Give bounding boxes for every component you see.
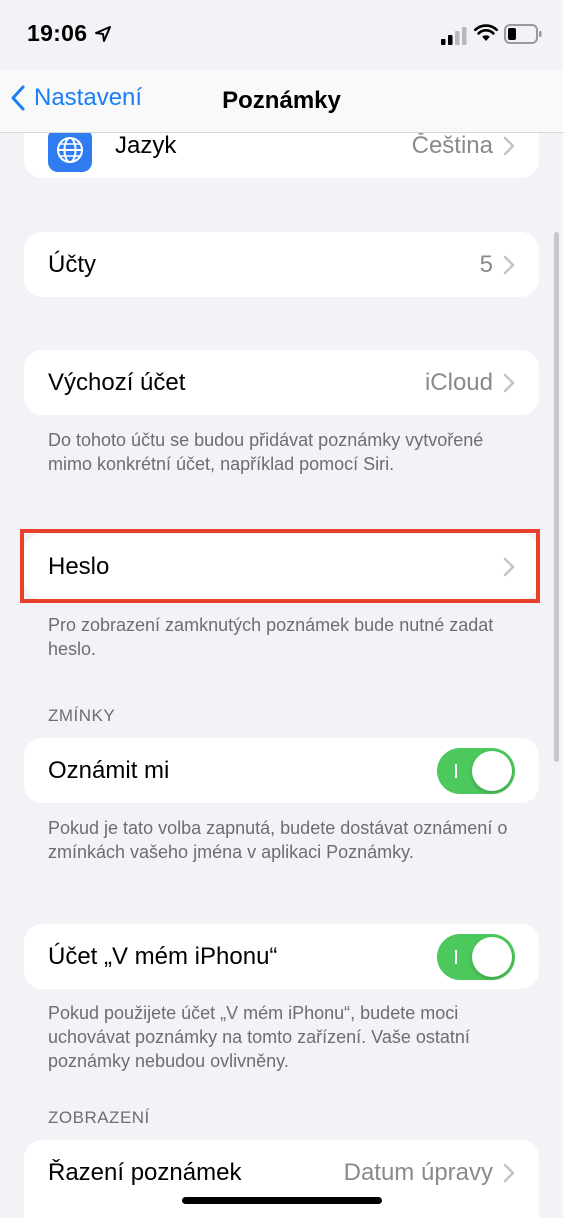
display-header: ZOBRAZENÍ xyxy=(48,1108,150,1127)
status-bar: 19:06 xyxy=(0,0,563,70)
sort-label: Řazení poznámek xyxy=(48,1158,242,1186)
default-account-group: Výchozí účet iCloud xyxy=(24,350,539,415)
toggle-knob xyxy=(472,936,512,977)
toggle-on-indicator xyxy=(455,949,457,964)
chevron-right-icon xyxy=(503,1163,515,1182)
navigation-bar: Nastavení Poznámky xyxy=(0,70,563,133)
chevron-right-icon xyxy=(503,373,515,392)
default-account-label: Výchozí účet xyxy=(48,368,186,396)
home-indicator[interactable] xyxy=(182,1197,382,1204)
globe-icon xyxy=(48,128,92,172)
highlight-box xyxy=(20,529,540,603)
sort-group: Řazení poznámek Datum úpravy xyxy=(24,1140,539,1218)
notify-label: Oznámit mi xyxy=(48,756,170,784)
notify-group: Oznámit mi xyxy=(24,738,539,803)
toggle-knob xyxy=(472,750,512,791)
language-label: Jazyk xyxy=(115,132,177,159)
battery-icon xyxy=(504,24,542,44)
location-arrow-icon xyxy=(95,26,111,42)
mentions-header: ZMÍNKY xyxy=(48,706,116,725)
notify-footer: Pokud je tato volba zapnutá, budete dost… xyxy=(48,818,508,862)
cellular-signal-icon xyxy=(441,27,467,45)
on-iphone-footer: Pokud použijete účet „V mém iPhonu“, bud… xyxy=(48,1003,470,1071)
sort-row[interactable]: Řazení poznámek Datum úpravy xyxy=(24,1140,539,1205)
notify-row: Oznámit mi xyxy=(24,738,539,803)
toggle-on-indicator xyxy=(455,763,457,778)
on-iphone-label: Účet „V mém iPhonu“ xyxy=(48,942,278,970)
language-value: Čeština xyxy=(411,132,493,159)
on-iphone-group: Účet „V mém iPhonu“ xyxy=(24,924,539,989)
page-title: Poznámky xyxy=(222,87,341,114)
accounts-group: Účty 5 xyxy=(24,232,539,297)
accounts-label: Účty xyxy=(48,250,96,278)
notify-toggle[interactable] xyxy=(437,747,515,794)
status-time: 19:06 xyxy=(27,20,88,46)
default-account-row[interactable]: Výchozí účet iCloud xyxy=(24,350,539,415)
password-footer: Pro zobrazení zamknutých poznámek bude n… xyxy=(48,615,494,659)
accounts-count: 5 xyxy=(479,250,493,278)
default-account-value: iCloud xyxy=(424,368,493,396)
on-iphone-toggle[interactable] xyxy=(437,933,515,980)
settings-content: Jazyk Čeština Účty 5 Výchozí účet iCloud… xyxy=(0,0,563,1218)
chevron-right-icon xyxy=(503,136,515,156)
chevron-right-icon xyxy=(503,255,515,274)
accounts-row[interactable]: Účty 5 xyxy=(24,232,539,297)
sort-value: Datum úpravy xyxy=(343,1158,493,1186)
default-account-footer: Do tohoto účtu se budou přidávat poznámk… xyxy=(48,430,484,474)
wifi-icon xyxy=(474,24,498,41)
on-iphone-row: Účet „V mém iPhonu“ xyxy=(24,924,539,989)
scrollbar[interactable] xyxy=(554,232,559,762)
